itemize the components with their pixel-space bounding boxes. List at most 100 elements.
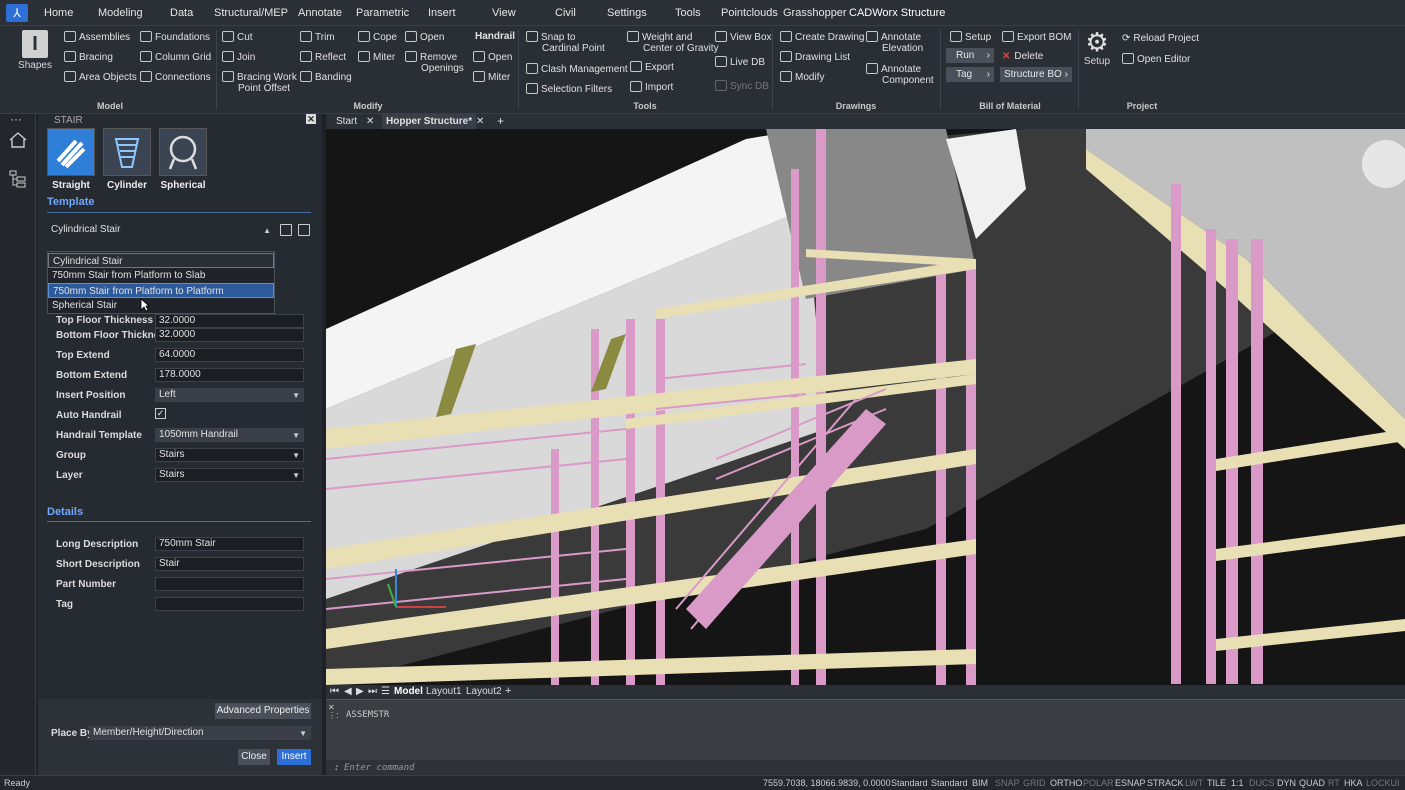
open-button[interactable]: Open	[405, 31, 444, 43]
status-lockui[interactable]: LOCKUI	[1366, 778, 1400, 788]
live-db-button[interactable]: Live DB	[715, 56, 765, 68]
menu-structural-mep[interactable]: Structural/MEP	[214, 7, 288, 19]
menu-insert[interactable]: Insert	[428, 7, 456, 19]
status-quad[interactable]: QUAD	[1299, 778, 1325, 788]
close-button[interactable]: Close	[238, 749, 270, 765]
tab-hopper-structure[interactable]: Hopper Structure*	[382, 114, 477, 129]
layout-list-icon[interactable]: ☰	[381, 686, 390, 697]
selection-filters-button[interactable]: Selection Filters	[526, 83, 612, 95]
status-tile[interactable]: TILE	[1207, 778, 1226, 788]
insert-button[interactable]: Insert	[277, 749, 311, 765]
place-by-select[interactable]: Member/Height/Direction ▼	[89, 726, 311, 740]
status-snap[interactable]: SNAP	[995, 778, 1020, 788]
drawing-list-button[interactable]: Drawing List	[780, 51, 850, 63]
layer-select[interactable]: Stairs ▼	[155, 468, 304, 482]
nav-first-icon[interactable]: ⏮	[330, 686, 339, 697]
tag-field[interactable]	[155, 597, 304, 611]
dropdown-option[interactable]: Cylindrical Stair	[48, 253, 274, 268]
edit-template-icon[interactable]	[298, 224, 310, 236]
status-standard-2[interactable]: Standard	[931, 778, 968, 788]
status-lwt[interactable]: LWT	[1185, 778, 1203, 788]
menu-cadworx-structure[interactable]: CADWorx Structure	[849, 7, 945, 19]
new-tab-icon[interactable]: +	[497, 114, 504, 129]
handrail-template-select[interactable]: 1050mm Handrail ▼	[155, 428, 304, 442]
tab-model[interactable]: Model	[394, 686, 423, 697]
shapes-button[interactable]: I Shapes	[18, 30, 52, 82]
open-editor-button[interactable]: Open Editor	[1122, 53, 1190, 65]
export-button[interactable]: Export	[630, 61, 674, 73]
status-ortho[interactable]: ORTHO	[1050, 778, 1082, 788]
bom-run-button[interactable]: Run ›	[946, 48, 994, 63]
status-bim[interactable]: BIM	[972, 778, 988, 788]
foundations-button[interactable]: Foundations	[140, 31, 210, 43]
banding-button[interactable]: Banding	[300, 71, 352, 83]
save-template-icon[interactable]	[280, 224, 292, 236]
close-icon[interactable]: ✕	[306, 114, 316, 124]
stair-type-spherical[interactable]	[159, 128, 207, 176]
dropdown-option-highlighted[interactable]: 750mm Stair from Platform to Platform	[48, 283, 274, 298]
bracing-button[interactable]: Bracing	[64, 51, 113, 63]
stair-type-straight[interactable]	[47, 128, 95, 176]
view-box-button[interactable]: View Box	[715, 31, 772, 43]
menu-home[interactable]: Home	[44, 7, 73, 19]
dropdown-option[interactable]: 750mm Stair from Platform to Slab	[48, 268, 274, 283]
status-strack[interactable]: STRACK	[1147, 778, 1184, 788]
menu-grasshopper[interactable]: Grasshopper	[783, 7, 847, 19]
tab-close-icon[interactable]: ✕	[366, 114, 374, 129]
assemblies-button[interactable]: Assemblies	[64, 31, 130, 43]
dropdown-option[interactable]: Spherical Stair	[48, 298, 274, 313]
cut-button[interactable]: Cut	[222, 31, 253, 43]
part-number-field[interactable]	[155, 577, 304, 591]
status-hka[interactable]: HKA	[1344, 778, 1363, 788]
home-icon[interactable]	[9, 132, 27, 148]
model-viewport[interactable]	[326, 129, 1405, 685]
status-dyn[interactable]: DYN	[1277, 778, 1296, 788]
handrail-open-button[interactable]: Open	[473, 51, 512, 63]
command-input[interactable]: : Enter command	[326, 760, 1405, 776]
status-scale[interactable]: 1:1	[1231, 778, 1244, 788]
status-grid[interactable]: GRID	[1023, 778, 1046, 788]
menu-civil[interactable]: Civil	[555, 7, 576, 19]
menu-view[interactable]: View	[492, 7, 516, 19]
tree-icon[interactable]	[9, 170, 27, 188]
structure-bom-button[interactable]: Structure BO ›	[1000, 67, 1072, 82]
export-bom-button[interactable]: Export BOM	[1002, 31, 1071, 43]
cope-button[interactable]: Cope	[358, 31, 397, 43]
app-logo-icon[interactable]: ⅄	[6, 4, 28, 22]
top-floor-thickness-field[interactable]: 32.0000	[155, 314, 304, 328]
annotate-elevation-button[interactable]: Annotate Elevation	[866, 31, 923, 54]
more-icon[interactable]: ···	[10, 112, 22, 126]
snap-cardinal-point-button[interactable]: Snap to Cardinal Point	[526, 31, 605, 54]
tab-close-icon[interactable]: ✕	[476, 114, 484, 129]
create-drawing-button[interactable]: Create Drawing	[780, 31, 864, 43]
menu-data[interactable]: Data	[170, 7, 193, 19]
status-polar[interactable]: POLAR	[1083, 778, 1114, 788]
insert-position-select[interactable]: Left ▼	[155, 388, 304, 402]
bracing-work-point-offset-button[interactable]: Bracing Work Point Offset	[222, 71, 297, 94]
project-setup-button[interactable]: ⚙ Setup	[1082, 28, 1112, 67]
menu-modeling[interactable]: Modeling	[98, 7, 143, 19]
nav-next-icon[interactable]: ▶	[356, 686, 364, 697]
group-select[interactable]: Stairs ▼	[155, 448, 304, 462]
menu-annotate[interactable]: Annotate	[298, 7, 342, 19]
add-layout-icon[interactable]: +	[505, 685, 511, 697]
advanced-properties-button[interactable]: Advanced Properties	[215, 703, 311, 719]
status-ducs[interactable]: DUCS	[1249, 778, 1275, 788]
miter-button[interactable]: Miter	[358, 51, 395, 63]
import-button[interactable]: Import	[630, 81, 673, 93]
nav-last-icon[interactable]: ⏭	[368, 686, 377, 697]
area-objects-button[interactable]: Area Objects	[64, 71, 137, 83]
nav-prev-icon[interactable]: ◀	[344, 686, 352, 697]
connections-button[interactable]: Connections	[140, 71, 211, 83]
menu-settings[interactable]: Settings	[607, 7, 647, 19]
sync-db-button[interactable]: Sync DB	[715, 80, 769, 92]
column-grid-button[interactable]: Column Grid	[140, 51, 211, 63]
reload-project-button[interactable]: ⟳ Reload Project	[1122, 33, 1199, 44]
bom-tag-button[interactable]: Tag ›	[946, 67, 994, 82]
bom-delete-button[interactable]: ✕ Delete	[1002, 51, 1043, 62]
handrail-miter-button[interactable]: Miter	[473, 71, 510, 83]
command-grip-icon[interactable]: ✕ ⋮	[328, 704, 336, 720]
template-select[interactable]: Cylindrical Stair ▲	[47, 223, 275, 237]
reflect-button[interactable]: Reflect	[300, 51, 346, 63]
tab-layout1[interactable]: Layout1	[426, 686, 462, 697]
